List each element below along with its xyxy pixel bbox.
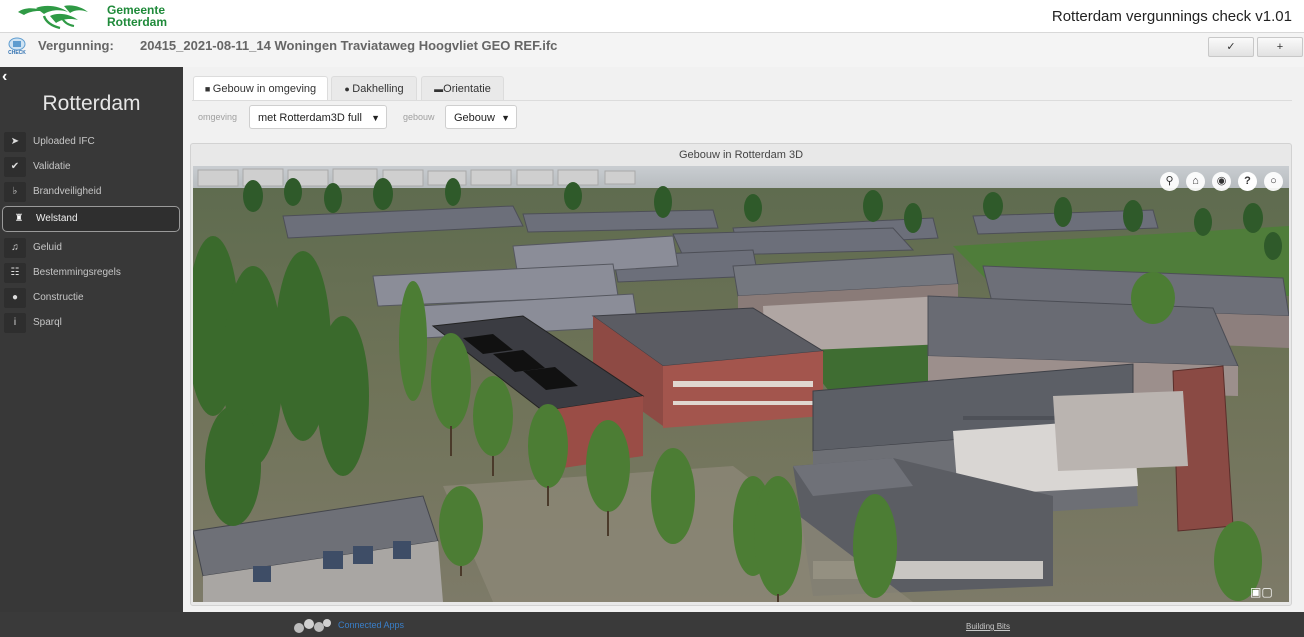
fullscreen-icon[interactable]: ▣▢ [1250, 585, 1288, 601]
permit-label: Vergunning: [38, 38, 114, 53]
tab-gebouw-in-omgeving[interactable]: ■ Gebouw in omgeving [193, 76, 328, 101]
upload-icon: ➤ [4, 132, 26, 152]
connected-apps-link[interactable]: Connected Apps [338, 620, 404, 630]
sidebar-item-welstand[interactable]: ♜ Welstand [0, 209, 183, 233]
sidebar-item-uploaded-ifc[interactable]: ➤ Uploaded IFC [0, 132, 183, 156]
omgeving-label: omgeving [198, 112, 238, 122]
tab-divider [192, 100, 1292, 101]
search-icon[interactable]: ⚲ [1160, 172, 1179, 191]
tab-label: Orientatie [443, 83, 491, 95]
sidebar-item-label: Bestemmingsregels [33, 267, 121, 278]
tab-label: Gebouw in omgeving [212, 83, 317, 95]
chevron-down-icon: ▼ [371, 113, 380, 123]
app-title: Rotterdam vergunnings check v1.01 [1051, 8, 1292, 25]
sidebar-city-title: Rotterdam [42, 92, 141, 115]
gebouw-value: Gebouw [454, 112, 495, 124]
3d-city-viewer[interactable] [193, 166, 1289, 602]
sidebar-item-sparql[interactable]: i Sparql [0, 313, 183, 337]
building-icon: ♜ [14, 213, 24, 224]
help-icon[interactable]: ? [1238, 172, 1257, 191]
confirm-button[interactable]: ✓ [1208, 37, 1254, 57]
chevron-down-icon: ▼ [501, 113, 510, 123]
home-icon[interactable]: ⌂ [1186, 172, 1205, 191]
check-logo-text: CHECK [8, 50, 26, 56]
tab-label: Dakhelling [352, 83, 404, 95]
sidebar-item-label: Uploaded IFC [33, 136, 95, 147]
sidebar-item-label: Validatie [33, 161, 71, 172]
volume-icon: ♫ [4, 238, 26, 258]
permit-filename: 20415_2021-08-11_14 Woningen Traviataweg… [140, 38, 558, 53]
check-icon: ✔ [4, 157, 26, 177]
sidebar-item-label: Constructie [33, 292, 84, 303]
tab-dakhelling[interactable]: ● Dakhelling [331, 76, 417, 101]
omgeving-select[interactable]: met Rotterdam3D full ▼ [249, 105, 387, 129]
check-app-icon: CHECK [5, 36, 29, 58]
tab-orientatie[interactable]: ▬Orientatie [421, 76, 504, 101]
settings-icon[interactable]: ○ [1264, 172, 1283, 191]
add-button[interactable]: + [1257, 37, 1303, 57]
sidebar-item-label: Sparql [33, 317, 62, 328]
sidebar-item-bestemmingsregels[interactable]: ☷ Bestemmingsregels [0, 263, 183, 287]
gemeente-rotterdam-logo [18, 5, 88, 30]
structure-icon: ● [4, 288, 26, 308]
gebouw-select[interactable]: Gebouw ▼ [445, 105, 517, 129]
fire-extinguisher-icon: ♭ [4, 182, 26, 202]
gebouw-label: gebouw [403, 112, 435, 122]
viewer-panel-title: Gebouw in Rotterdam 3D [678, 149, 804, 161]
sidebar-item-geluid[interactable]: ♫ Geluid [0, 238, 183, 262]
sidebar-item-constructie[interactable]: ● Constructie [0, 288, 183, 312]
sidebar-item-label: Geluid [33, 242, 62, 253]
sidebar-item-label: Brandveiligheid [33, 186, 102, 197]
compass-icon: ▬ [434, 84, 444, 94]
sidebar-item-label: Welstand [36, 213, 78, 224]
sidebar-item-validatie[interactable]: ✔ Validatie [0, 157, 183, 181]
chevron-left-icon[interactable]: ‹ [2, 68, 7, 86]
map-zones-icon: ☷ [4, 263, 26, 283]
org-name-line2: Rotterdam [107, 15, 168, 29]
info-icon: i [4, 313, 26, 333]
building-bits-link[interactable]: Building Bits [966, 622, 1010, 631]
footer [0, 612, 1304, 637]
sidebar-item-brandveiligheid[interactable]: ♭ Brandveiligheid [0, 182, 183, 206]
building-icon: ■ [204, 84, 213, 94]
omgeving-value: met Rotterdam3D full [258, 112, 362, 124]
globe-icon[interactable]: ◉ [1212, 172, 1231, 191]
connected-apps-logo [294, 619, 331, 633]
